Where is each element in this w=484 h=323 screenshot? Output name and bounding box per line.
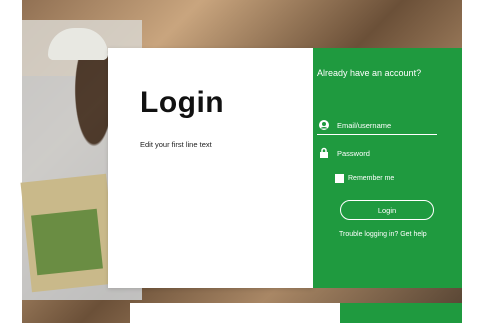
bottom-white-strip bbox=[130, 303, 350, 323]
password-placeholder: Password bbox=[337, 148, 370, 158]
trouble-link[interactable]: Trouble logging in? Get help bbox=[339, 230, 439, 239]
login-card-right: Already have an account? Email/username … bbox=[313, 48, 462, 288]
remember-row[interactable]: Remember me bbox=[335, 174, 394, 183]
bottom-green-strip bbox=[340, 303, 462, 323]
username-field[interactable]: Email/username bbox=[317, 116, 437, 135]
lock-icon bbox=[317, 146, 331, 160]
login-button[interactable]: Login bbox=[340, 200, 434, 220]
remember-label: Remember me bbox=[348, 175, 395, 182]
remember-checkbox[interactable] bbox=[335, 174, 344, 183]
password-field[interactable]: Password bbox=[317, 144, 437, 162]
user-icon bbox=[317, 118, 331, 132]
login-title: Login bbox=[140, 86, 225, 119]
page-margin-left bbox=[0, 0, 22, 323]
username-placeholder: Email/username bbox=[337, 120, 392, 130]
login-card-left: Login Edit your first line text bbox=[108, 48, 313, 288]
already-heading: Already have an account? bbox=[317, 68, 422, 78]
login-subtitle: Edit your first line text bbox=[140, 140, 212, 149]
book-cover-art bbox=[31, 208, 103, 276]
page-margin-right bbox=[462, 0, 484, 323]
